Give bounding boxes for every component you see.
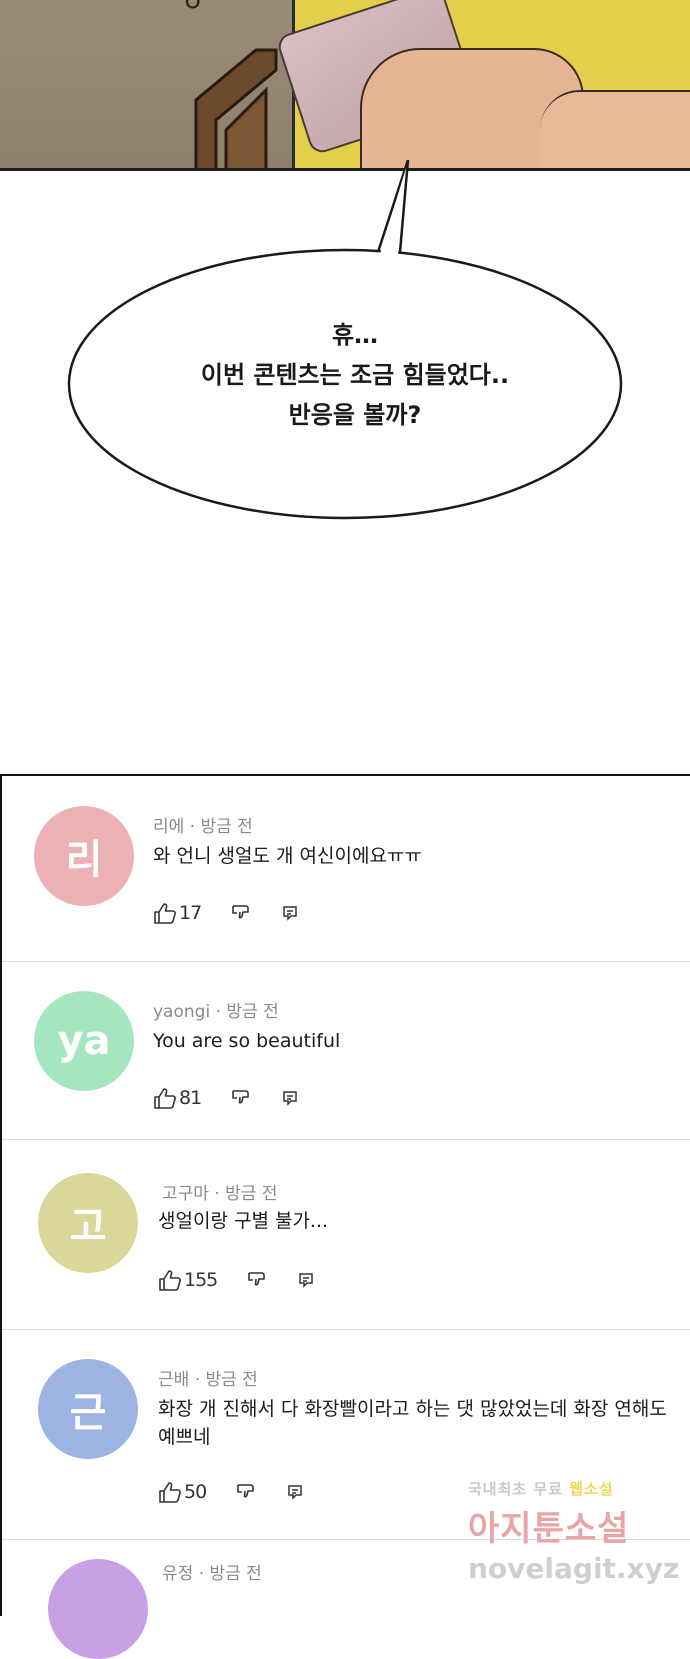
thumbs-down-icon xyxy=(232,905,249,919)
dislike-button[interactable] xyxy=(231,903,251,923)
comment-time: · 방금 전 xyxy=(215,1002,279,1022)
comic-panel-art: ʊ xyxy=(0,0,690,171)
like-button[interactable]: 17 xyxy=(153,902,202,924)
comment-author[interactable]: 유정 xyxy=(162,1564,193,1584)
comment-time: · 방금 전 xyxy=(189,817,253,837)
thumbs-up-icon xyxy=(159,1270,181,1291)
dislike-button[interactable] xyxy=(231,1088,251,1108)
thumbs-down-icon xyxy=(248,1272,266,1286)
comment-author[interactable]: 리에 xyxy=(153,817,184,837)
like-button[interactable]: 81 xyxy=(153,1087,202,1109)
reply-icon xyxy=(283,906,297,921)
comment-text: You are so beautiful xyxy=(153,1030,341,1052)
comment-item: 고 고구마 · 방금 전 생얼이랑 구별 불가... 155 xyxy=(2,1139,690,1330)
reply-icon xyxy=(299,1273,314,1288)
comment-item: 유정 · 방금 전 xyxy=(2,1539,690,1659)
avatar-initial: 근 xyxy=(69,1390,107,1436)
comment-author[interactable]: yaongi xyxy=(153,1002,210,1022)
comment-meta: 리에 · 방금 전 xyxy=(153,812,253,837)
comment-actions: 50 xyxy=(158,1481,334,1503)
comment-actions: 17 xyxy=(153,902,329,924)
speech-line-2: 이번 콘텐츠는 조금 힘들었다.. xyxy=(200,361,510,389)
comment-time: · 방금 전 xyxy=(198,1564,262,1584)
comment-author[interactable]: 고구마 xyxy=(162,1184,209,1204)
avatar[interactable]: 근 xyxy=(38,1359,138,1459)
speech-bubble-text: 휴… 이번 콘텐츠는 조금 힘들었다.. 반응을 볼까? xyxy=(120,315,590,435)
comment-author[interactable]: 근배 xyxy=(158,1370,189,1390)
comment-meta: 고구마 · 방금 전 xyxy=(162,1179,277,1204)
comment-text: 화장 개 진해서 다 화장빨이라고 하는 댓 많았었는데 화장 연해도 예쁘네 xyxy=(158,1395,667,1451)
comment-time: · 방금 전 xyxy=(194,1370,258,1390)
comment-text: 와 언니 생얼도 개 여신이에요ㅠㅠ xyxy=(153,845,422,867)
reply-button[interactable] xyxy=(281,1089,299,1107)
speech-line-3: 반응을 볼까? xyxy=(288,401,422,429)
comments-panel: 리 리에 · 방금 전 와 언니 생얼도 개 여신이에요ㅠㅠ 17 ya yao… xyxy=(0,774,690,1659)
like-count: 17 xyxy=(179,902,202,924)
comment-text-line: 화장 개 진해서 다 화장빨이라고 하는 댓 많았었는데 화장 연해도 xyxy=(158,1398,667,1420)
reply-button[interactable] xyxy=(297,1271,315,1289)
comment-actions: 81 xyxy=(153,1087,329,1109)
comment-text-line: 예쁘네 xyxy=(158,1426,211,1448)
thumbs-down-icon xyxy=(232,1090,249,1104)
speech-line-1: 휴… xyxy=(331,321,379,349)
like-count: 155 xyxy=(184,1269,218,1291)
avatar[interactable]: 고 xyxy=(38,1173,138,1273)
comment-meta: 근배 · 방금 전 xyxy=(158,1365,258,1390)
reply-icon xyxy=(288,1485,302,1500)
thumbs-up-icon xyxy=(154,903,176,924)
reply-button[interactable] xyxy=(286,1483,304,1501)
like-count: 50 xyxy=(184,1481,207,1503)
like-button[interactable]: 50 xyxy=(158,1481,207,1503)
avatar-initial: 리 xyxy=(65,837,103,883)
like-button[interactable]: 155 xyxy=(158,1269,218,1291)
comment-text: 생얼이랑 구별 불가... xyxy=(158,1210,329,1232)
reply-button[interactable] xyxy=(281,904,299,922)
reply-icon xyxy=(283,1091,297,1106)
avatar[interactable] xyxy=(48,1559,148,1659)
comment-item: 근 근배 · 방금 전 화장 개 진해서 다 화장빨이라고 하는 댓 많았었는데… xyxy=(2,1329,690,1540)
comment-item: ya yaongi · 방금 전 You are so beautiful 81 xyxy=(2,961,690,1140)
like-count: 81 xyxy=(179,1087,202,1109)
avatar[interactable]: ya xyxy=(34,991,134,1091)
chair-illustration xyxy=(194,48,278,168)
avatar[interactable]: 리 xyxy=(34,806,134,906)
hand-illustration-right xyxy=(540,90,690,168)
comment-meta: yaongi · 방금 전 xyxy=(153,997,279,1022)
comment-actions: 155 xyxy=(158,1269,345,1291)
comment-item: 리 리에 · 방금 전 와 언니 생얼도 개 여신이에요ㅠㅠ 17 xyxy=(2,776,690,962)
comment-meta: 유정 · 방금 전 xyxy=(162,1559,262,1584)
avatar-initial: 고 xyxy=(69,1204,107,1250)
avatar-initial: ya xyxy=(57,1018,111,1064)
thumbs-up-icon xyxy=(159,1482,181,1503)
thumbs-up-icon xyxy=(154,1088,176,1109)
sound-effect-glyph: ʊ xyxy=(184,0,201,15)
dislike-button[interactable] xyxy=(236,1482,256,1502)
dislike-button[interactable] xyxy=(247,1270,267,1290)
comment-time: · 방금 전 xyxy=(214,1184,278,1204)
thumbs-down-icon xyxy=(237,1484,254,1498)
